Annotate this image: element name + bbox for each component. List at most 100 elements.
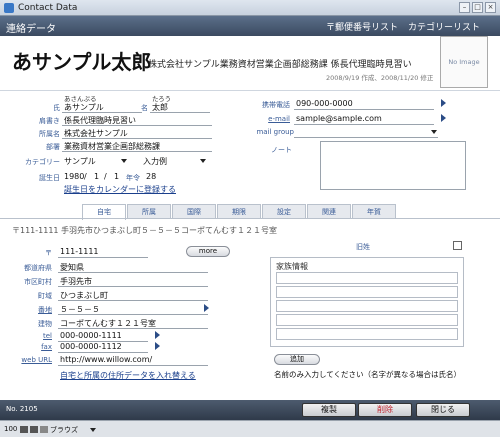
- field-underline: [62, 138, 212, 139]
- tab-settings[interactable]: 設定: [262, 204, 306, 219]
- family-note: 名前のみ入力してください（名字が異なる場合は氏名）: [274, 370, 462, 379]
- birth-year-field[interactable]: 1980: [64, 172, 84, 181]
- fax-label[interactable]: fax: [8, 343, 52, 351]
- category-list-link[interactable]: カテゴリーリスト: [408, 20, 480, 33]
- birth-month-field[interactable]: 1: [94, 172, 99, 181]
- duplicate-button[interactable]: 複製: [302, 403, 356, 417]
- note-textarea[interactable]: [320, 141, 466, 190]
- delete-button[interactable]: 削除: [358, 403, 412, 417]
- chevron-down-icon[interactable]: [200, 159, 206, 163]
- number-label[interactable]: 番地: [8, 305, 52, 315]
- chevron-down-icon[interactable]: [121, 159, 127, 163]
- field-underline: [58, 286, 208, 287]
- family-row[interactable]: [276, 314, 458, 326]
- field-underline: [62, 151, 212, 152]
- record-timestamps: 2008/9/19 作成、2008/11/20 修正: [326, 74, 434, 82]
- date-separator: /: [84, 172, 87, 181]
- zip-field[interactable]: 111-1111: [60, 247, 99, 256]
- age-label: 年令: [126, 174, 140, 182]
- category-dropdown[interactable]: サンプル: [64, 156, 96, 167]
- address-headline: 〒111-1111 手羽先市ひつまぶし町５－５－５コーポてんむす１２１号室: [12, 226, 278, 235]
- field-underline: [58, 257, 148, 258]
- chevron-down-icon[interactable]: [90, 428, 96, 432]
- arrow-right-icon[interactable]: [441, 114, 446, 122]
- more-button[interactable]: more: [186, 246, 230, 257]
- tab-new-year[interactable]: 年賀: [352, 204, 396, 219]
- photo-placeholder: No Image: [448, 58, 480, 66]
- field-underline: [294, 124, 434, 125]
- web-url-label[interactable]: web URL: [8, 356, 52, 364]
- family-row[interactable]: [276, 272, 458, 284]
- mail-group-dropdown[interactable]: [294, 137, 438, 138]
- status-toggle-icon[interactable]: [40, 426, 48, 433]
- field-underline: [58, 352, 148, 353]
- date-separator: /: [104, 172, 107, 181]
- window-titlebar: Contact Data – □ ×: [0, 0, 500, 16]
- mobile-field[interactable]: 090-000-0000: [296, 99, 353, 108]
- field-underline: [58, 365, 208, 366]
- city-label: 市区町村: [24, 278, 52, 286]
- arrow-right-icon[interactable]: [441, 99, 446, 107]
- arrow-right-icon[interactable]: [204, 304, 209, 312]
- web-url-field[interactable]: http://www.willow.com/: [60, 355, 152, 364]
- layout-header: 連絡データ 〒郵便番号リスト カテゴリーリスト: [0, 16, 500, 36]
- tab-affiliation[interactable]: 所属: [127, 204, 171, 219]
- chevron-down-icon[interactable]: [431, 130, 437, 134]
- record-number: No. 2105: [6, 405, 38, 413]
- prefecture-label: 都道府県: [24, 264, 52, 272]
- window-title: Contact Data: [18, 3, 78, 13]
- tab-international[interactable]: 国際: [172, 204, 216, 219]
- tab-related[interactable]: 関連: [307, 204, 351, 219]
- divider: [0, 90, 500, 91]
- mail-group-label: mail group: [256, 128, 294, 136]
- tel-field[interactable]: 000-0000-1111: [60, 331, 122, 340]
- zoom-in-icon[interactable]: [30, 426, 38, 433]
- section-title: 連絡データ: [6, 24, 56, 35]
- family-info-title: 家族情報: [276, 262, 308, 271]
- family-row[interactable]: [276, 300, 458, 312]
- age-field: 28: [146, 172, 157, 181]
- company-title-line: 株式会社サンプル業務資材営業企画部総務課 係長代理臨時見習い: [148, 60, 412, 70]
- field-underline: [58, 328, 208, 329]
- zoom-level[interactable]: 100: [4, 425, 17, 433]
- photo-container[interactable]: No Image: [440, 36, 488, 88]
- contact-name-heading: あサンプル太郎: [12, 50, 152, 74]
- title-label: 肩書き: [39, 117, 60, 125]
- maximize-button[interactable]: □: [472, 2, 483, 13]
- field-underline: [58, 314, 208, 315]
- tel-label[interactable]: tel: [8, 332, 52, 340]
- zip-label: 〒: [45, 249, 52, 257]
- postal-list-link[interactable]: 〒郵便番号リスト: [326, 20, 398, 33]
- building-label: 建物: [38, 320, 52, 328]
- last-name-label: 氏: [53, 104, 60, 112]
- close-button[interactable]: 閉じる: [416, 403, 470, 417]
- zoom-out-icon[interactable]: [20, 426, 28, 433]
- field-underline: [62, 125, 212, 126]
- field-underline: [294, 109, 434, 110]
- email-label[interactable]: e-mail: [240, 115, 290, 123]
- field-underline: [150, 112, 210, 113]
- mobile-label: 携帯電話: [262, 101, 290, 109]
- register-birthday-link[interactable]: 誕生日をカレンダーに登録する: [64, 184, 176, 195]
- department-label: 部署: [46, 143, 60, 151]
- field-underline: [58, 300, 208, 301]
- family-row[interactable]: [276, 286, 458, 298]
- arrow-right-icon[interactable]: [155, 331, 160, 339]
- app-icon: [4, 3, 14, 13]
- fax-field[interactable]: 000-0000-1112: [60, 342, 122, 351]
- town-label: 町域: [38, 292, 52, 300]
- swap-address-link[interactable]: 自宅と所属の住所データを入れ替える: [60, 370, 196, 381]
- mode-selector[interactable]: ブラウズ: [50, 425, 78, 435]
- close-window-button[interactable]: ×: [485, 2, 496, 13]
- email-field[interactable]: sample@sample.com: [296, 114, 382, 123]
- first-name-label: 名: [141, 104, 148, 112]
- old-name-label: 旧姓: [356, 243, 370, 251]
- add-family-button[interactable]: 追加: [274, 354, 320, 365]
- minimize-button[interactable]: –: [459, 2, 470, 13]
- family-row[interactable]: [276, 328, 458, 340]
- arrow-right-icon[interactable]: [155, 342, 160, 350]
- birth-day-field[interactable]: 1: [114, 172, 119, 181]
- input-example-dropdown[interactable]: 入力例: [143, 156, 167, 167]
- tab-deadline[interactable]: 期限: [217, 204, 261, 219]
- old-name-checkbox[interactable]: [453, 241, 462, 250]
